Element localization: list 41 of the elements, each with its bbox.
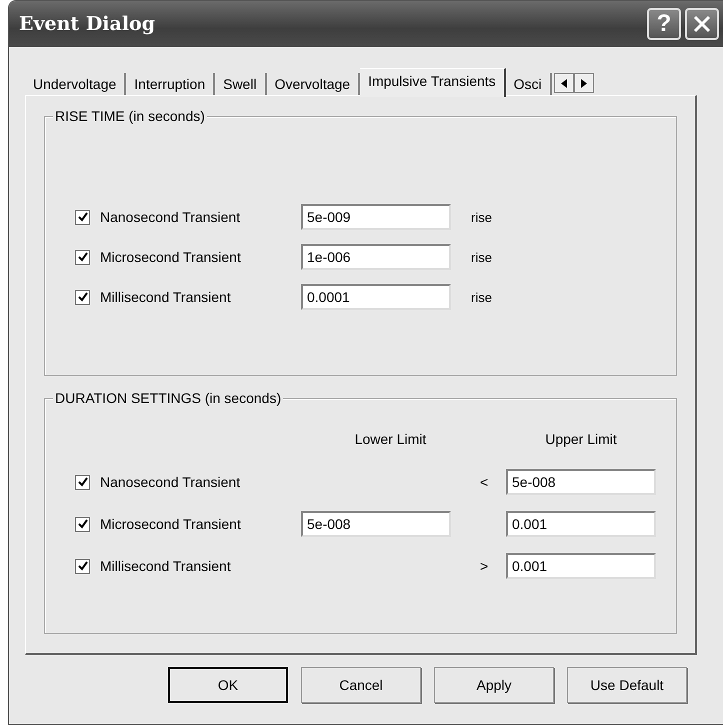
- unit-label: rise: [471, 290, 493, 304]
- checkbox[interactable]: [75, 250, 90, 264]
- window-title: Event Dialog: [19, 13, 156, 35]
- help-button[interactable]: ?: [647, 8, 681, 40]
- column-header: Lower Limit: [354, 431, 428, 447]
- scroll-left-button[interactable]: [554, 73, 574, 93]
- checkbox[interactable]: [75, 558, 90, 574]
- close-icon: [693, 15, 711, 33]
- dialog-button[interactable]: Use Default: [567, 667, 687, 703]
- dialog-button[interactable]: Cancel: [301, 667, 421, 703]
- input-field[interactable]: 1e-006: [301, 244, 451, 270]
- tab[interactable]: Impulsive Transients: [360, 68, 506, 97]
- checkbox-label: Microsecond Transient: [100, 516, 241, 532]
- unit-label: rise: [471, 210, 493, 224]
- input-field[interactable]: 5e-008: [506, 469, 656, 495]
- checkbox[interactable]: [75, 474, 90, 490]
- checkbox[interactable]: [75, 210, 90, 224]
- group-title: RISE TIME (in seconds): [53, 108, 207, 124]
- checkbox-label: Millisecond Transient: [100, 289, 231, 305]
- left-arrow-icon: [560, 78, 567, 88]
- unit-label: rise: [471, 250, 493, 264]
- dialog-button[interactable]: OK: [168, 667, 288, 703]
- column-header: Upper Limit: [544, 431, 618, 447]
- close-button[interactable]: [685, 8, 719, 40]
- input-field[interactable]: 0.001: [506, 511, 656, 537]
- comparison-sign: <: [480, 474, 490, 490]
- checkbox-label: Nanosecond Transient: [100, 474, 240, 490]
- checkbox-label: Millisecond Transient: [100, 558, 231, 574]
- input-field[interactable]: 0.0001: [301, 284, 451, 310]
- checkbox[interactable]: [75, 516, 90, 532]
- checkbox[interactable]: [75, 290, 90, 304]
- checkbox-label: Microsecond Transient: [100, 249, 241, 265]
- scroll-right-button[interactable]: [574, 73, 594, 93]
- group-title: DURATION SETTINGS (in seconds): [53, 390, 284, 406]
- comparison-sign: >: [480, 558, 490, 574]
- input-field[interactable]: 0.001: [506, 553, 656, 579]
- right-arrow-icon: [580, 78, 587, 88]
- dialog-button[interactable]: Apply: [434, 667, 554, 703]
- checkbox-label: Nanosecond Transient: [100, 209, 240, 225]
- input-field[interactable]: 5e-009: [301, 204, 451, 230]
- input-field[interactable]: 5e-008: [301, 511, 451, 537]
